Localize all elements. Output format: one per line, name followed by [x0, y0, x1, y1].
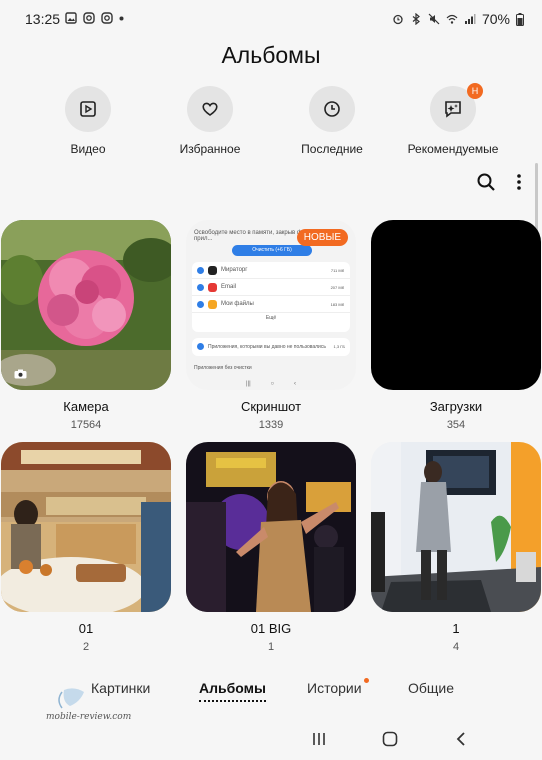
active-tab-indicator — [199, 700, 266, 702]
new-badge: НОВЫЕ — [296, 229, 348, 246]
tab-albums[interactable]: Альбомы — [199, 680, 266, 702]
home-icon — [382, 731, 398, 747]
kitchen-photo — [1, 442, 171, 612]
more-notifications-icon — [119, 16, 124, 20]
preview-unused-row: Приложения, которыми вы давно не пользов… — [192, 338, 350, 355]
album-count: 1 — [267, 641, 275, 653]
album-name: Скриншот — [240, 399, 302, 414]
album-count: 4 — [452, 641, 460, 653]
tab-stories[interactable]: Истории — [307, 678, 369, 696]
album-thumbnail — [1, 442, 171, 612]
album-count: 354 — [446, 419, 466, 431]
album-name: Загрузки — [429, 399, 483, 414]
new-badge: H — [467, 83, 483, 99]
wifi-icon — [446, 14, 458, 24]
album-name: 01 BIG — [250, 621, 292, 636]
more-options-icon[interactable] — [516, 172, 522, 192]
home-button[interactable] — [378, 728, 402, 750]
album-1[interactable]: 1 4 — [371, 442, 541, 653]
tab-pictures[interactable]: Картинки — [91, 680, 150, 696]
album-thumbnail: Освободите место в памяти, закрыв фоновы… — [186, 220, 356, 390]
video-icon — [80, 101, 96, 117]
album-name: 1 — [452, 621, 460, 636]
instagram-icon — [101, 12, 113, 24]
system-nav-bar — [0, 722, 542, 756]
alarm-icon — [393, 14, 403, 25]
quick-video-label: Видео — [70, 142, 106, 156]
camera-icon — [14, 369, 27, 379]
album-thumbnail — [371, 442, 541, 612]
quick-access-row: Видео Избранное Последние H Рекомендуемы… — [0, 83, 542, 158]
album-count: 2 — [82, 641, 90, 653]
tab-albums-label: Альбомы — [199, 680, 266, 696]
recents-icon — [313, 733, 325, 745]
album-thumbnail — [1, 220, 171, 390]
expo-photo — [371, 442, 541, 612]
battery-icon — [516, 12, 524, 26]
quick-suggestions-label: Рекомендуемые — [407, 142, 499, 156]
album-name: Камера — [63, 399, 109, 414]
preview-app-row: Мои файлы 183 Мб — [192, 296, 350, 313]
album-01-big[interactable]: 01 BIG 1 — [186, 442, 356, 653]
preview-navbar: ||| ○ ‹ — [246, 381, 296, 387]
preview-clean-button: Очистить (+6 ГБ) — [232, 245, 312, 256]
album-camera[interactable]: Камера 17564 — [1, 220, 171, 431]
battery-percent: 70% — [481, 11, 510, 27]
recent-apps-button[interactable] — [307, 728, 331, 750]
album-count: 17564 — [70, 419, 102, 431]
quick-video[interactable]: Видео — [28, 86, 148, 156]
watermark-text: mobile-review.com — [46, 712, 132, 722]
tab-stories-label: Истории — [307, 680, 362, 696]
quick-recent-label: Последние — [301, 142, 363, 156]
party-photo — [186, 442, 356, 612]
bottom-tabs: Картинки Альбомы Истории Общие — [0, 678, 542, 704]
back-icon — [456, 732, 465, 746]
clock-icon — [324, 101, 340, 117]
mute-icon — [428, 13, 440, 25]
bluetooth-icon — [412, 13, 420, 25]
page-title: Альбомы — [221, 42, 321, 68]
preview-app-list: Мираторг 711 Мб Email 207 Мб Мои файлы 183 … — [192, 262, 350, 332]
instagram-icon — [83, 12, 95, 24]
search-icon[interactable] — [476, 172, 496, 192]
signal-icon — [464, 14, 476, 24]
album-screenshot[interactable]: Освободите место в памяти, закрыв фоновы… — [186, 220, 356, 431]
quick-suggestions[interactable]: H Рекомендуемые — [393, 83, 513, 156]
notification-icons — [65, 12, 124, 24]
toolbar — [476, 172, 522, 192]
quick-favorites[interactable]: Избранное — [150, 86, 270, 156]
sparkle-chat-icon — [445, 101, 461, 118]
album-01[interactable]: 01 2 — [1, 442, 171, 653]
album-count: 1339 — [258, 419, 284, 431]
album-thumbnail — [371, 220, 541, 390]
preview-no-clean: Приложения без очистки — [194, 365, 252, 371]
gallery-notification-icon — [65, 12, 77, 24]
notification-dot — [363, 678, 369, 683]
heart-icon — [202, 102, 218, 116]
quick-recent[interactable]: Последние — [272, 86, 392, 156]
album-name: 01 — [78, 621, 94, 636]
preview-more: Ещё — [265, 315, 277, 321]
tab-shared[interactable]: Общие — [408, 680, 454, 696]
album-thumbnail — [186, 442, 356, 612]
album-downloads[interactable]: Загрузки 354 — [371, 220, 541, 431]
status-time: 13:25 — [25, 11, 61, 27]
status-bar: 13:25 70% — [0, 0, 542, 36]
status-indicators: 70% — [392, 11, 524, 27]
preview-app-row: Мираторг 711 Мб — [192, 262, 350, 279]
quick-favorites-label: Избранное — [179, 142, 241, 156]
back-button[interactable] — [449, 728, 473, 750]
preview-app-row: Email 207 Мб — [192, 279, 350, 296]
peony-photo — [1, 220, 171, 390]
